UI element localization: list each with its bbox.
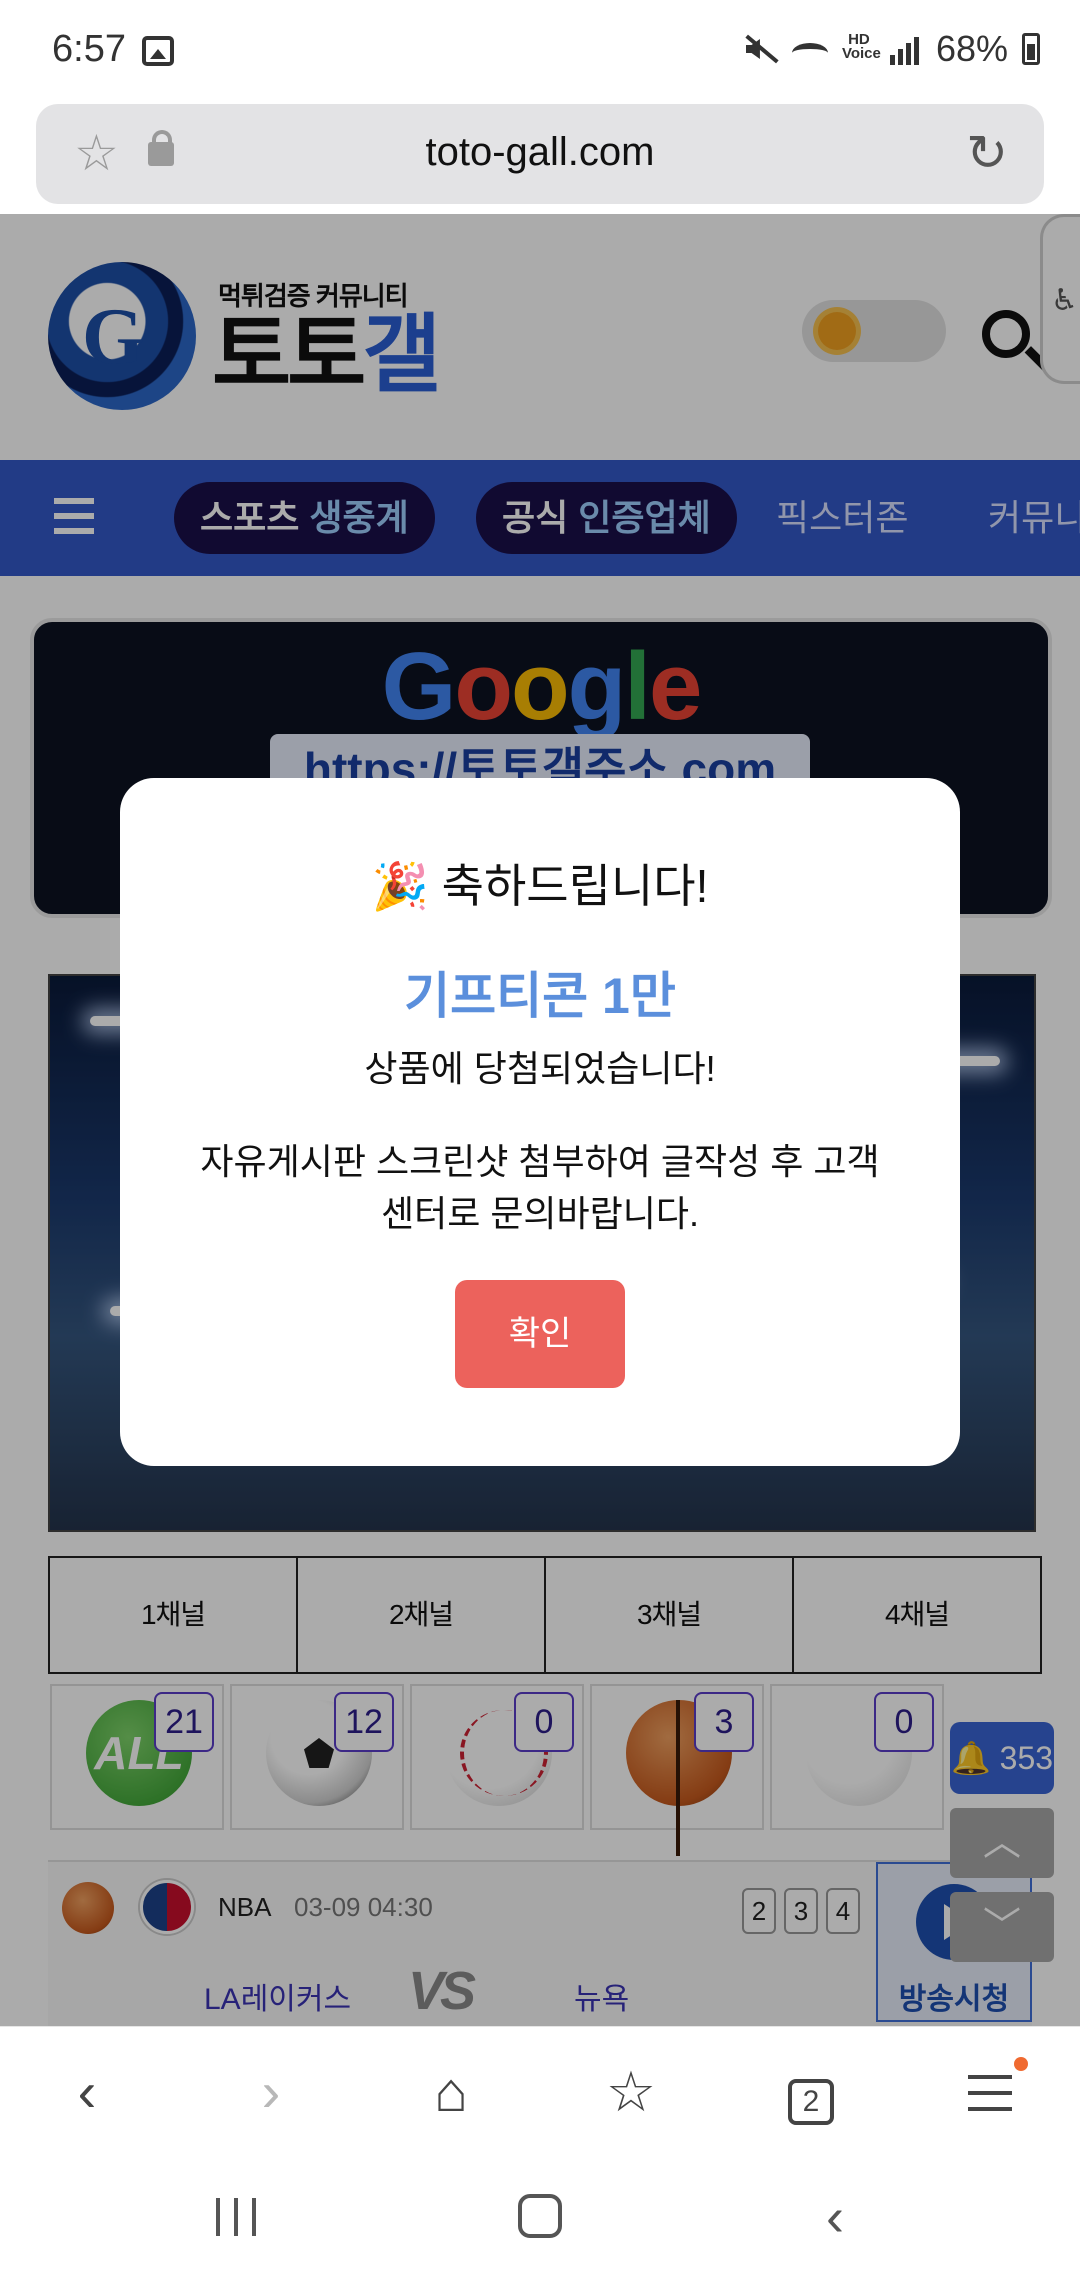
address-bar[interactable]: ☆ toto-gall.com ↻ <box>36 104 1044 204</box>
tabs-button[interactable]: 2 <box>776 2057 846 2127</box>
mute-icon <box>742 33 778 65</box>
modal-title: 🎉 축하드립니다! <box>120 850 960 916</box>
gallery-icon <box>142 36 174 66</box>
system-nav-bar: ‹ <box>0 2156 1080 2280</box>
system-back-icon[interactable]: ‹ <box>826 2186 844 2248</box>
menu-icon <box>968 2075 1012 2111</box>
reload-icon[interactable]: ↻ <box>966 128 1008 178</box>
battery-percent: 68% <box>935 28 1008 69</box>
home-icon[interactable]: ⌂ <box>416 2057 486 2127</box>
signal-icon <box>889 33 922 65</box>
recent-apps-icon[interactable] <box>216 2198 256 2236</box>
confirm-button[interactable]: 확인 <box>455 1280 625 1388</box>
wifi-icon <box>791 43 828 63</box>
home-button-icon[interactable] <box>518 2194 562 2238</box>
url-text[interactable]: toto-gall.com <box>36 130 1044 175</box>
status-time: 6:57 <box>52 28 126 70</box>
status-bar: 6:57 HD Voice 68% <box>0 0 1080 100</box>
modal-title-text: 축하드립니다! <box>441 860 709 912</box>
modal-instructions: 자유게시판 스크린샷 첨부하여 글작성 후 고객센터로 문의바랍니다. <box>200 1141 880 1234</box>
menu-button[interactable] <box>956 2057 1028 2127</box>
status-icons: HD Voice 68% <box>742 28 1040 70</box>
notification-dot <box>1014 2057 1028 2071</box>
forward-icon[interactable]: › <box>236 2057 306 2127</box>
hd-voice-icon: HD Voice <box>841 31 881 62</box>
back-icon[interactable]: ‹ <box>52 2057 122 2127</box>
bookmarks-icon[interactable]: ☆ <box>596 2057 666 2127</box>
modal-message: 상품에 당첨되었습니다! <box>364 1048 716 1089</box>
modal-prize: 기프티콘 1만 <box>404 968 676 1024</box>
battery-icon <box>1022 33 1040 65</box>
browser-toolbar: ‹ › ⌂ ☆ 2 <box>0 2026 1080 2156</box>
congrats-modal: 🎉 축하드립니다! 기프티콘 1만 상품에 당첨되었습니다! 자유게시판 스크린… <box>120 778 960 1466</box>
party-popper-icon: 🎉 <box>371 860 429 912</box>
tabs-count: 2 <box>788 2079 834 2125</box>
